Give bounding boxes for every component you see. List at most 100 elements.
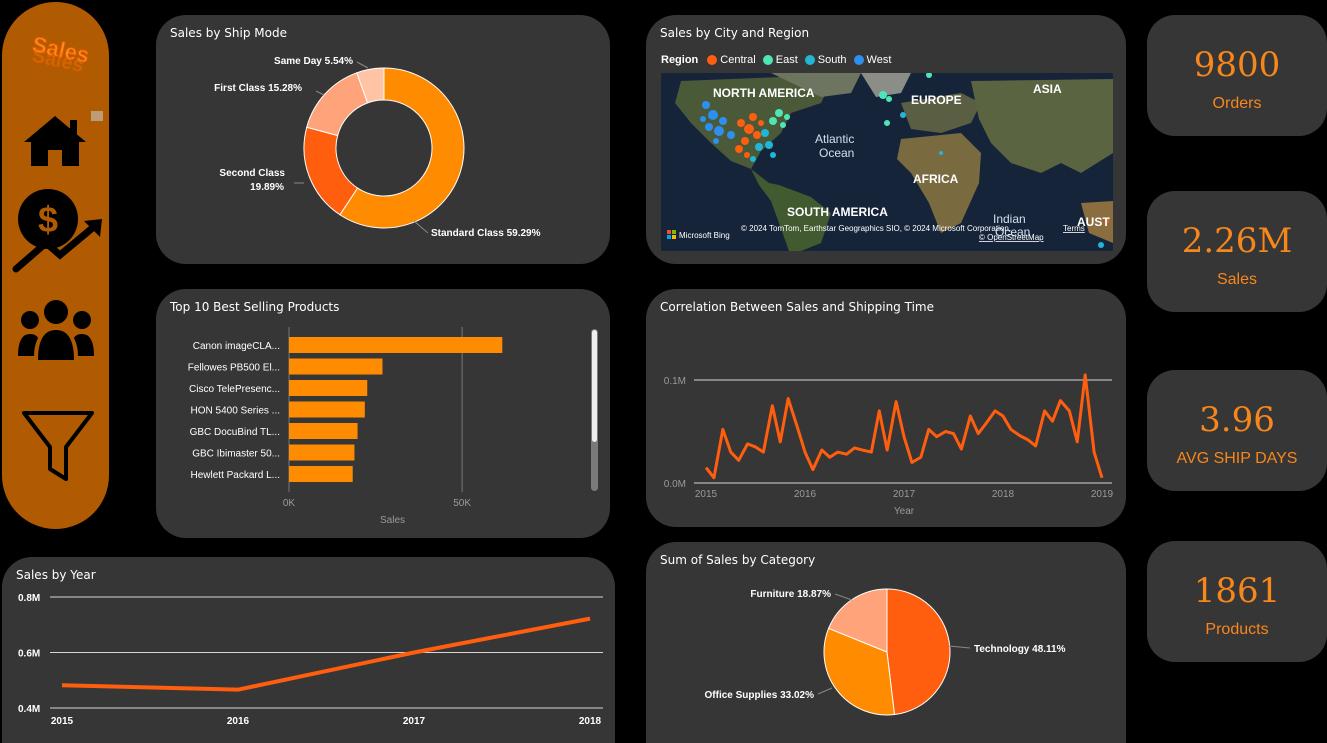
label-leader [948,645,971,649]
x-tick-label: 2016 [227,716,250,727]
kpi-products-card: 1861 Products [1147,541,1327,662]
correlation-line-chart: 0.0M 0.1M 2015 2016 2017 2018 2019 Year [664,373,1114,517]
kpi-label: AVG SHIP DAYS [1176,450,1298,467]
slice-label: Office Supplies 33.02% [705,690,815,701]
map-label: ASIA [1033,82,1062,96]
map-label: EUROPE [911,93,962,107]
bar-category-label: HON 5400 Series ... [191,406,280,417]
bar-category-label: Fellowes PB500 El... [188,363,280,374]
legend-item-central[interactable]: Central [707,54,756,66]
bar [289,337,503,353]
axis-label: Year [894,506,915,517]
pie-slice [886,588,951,716]
map-label: Atlantic [815,132,854,146]
bar-category-label: Hewlett Packard L... [191,470,280,481]
correlation-card: Correlation Between Sales and Shipping T… [646,289,1126,527]
legend-item-south[interactable]: South [804,54,847,66]
y-tick-label: 0.1M [664,376,686,387]
slice-label: Technology 48.11% [974,644,1066,655]
axis-label: Sales [380,515,405,526]
category-card: Sum of Sales by Category Technology 48.1… [646,542,1126,743]
kpi-value: 9800 [1193,45,1281,85]
label-leader [817,687,833,695]
customers-icon[interactable] [16,298,96,364]
terms-link[interactable]: Terms [1063,224,1085,233]
x-tick-label: 2015 [51,716,74,727]
bar-category-label: GBC Ibimaster 50... [192,449,280,460]
top-products-card: Top 10 Best Selling Products 0K 50K Canon … [156,289,610,538]
kpi-label: Orders [1212,95,1262,112]
chart-scrollbar[interactable] [591,329,598,491]
city-region-card: Sales by City and Region Region Central … [646,15,1126,264]
legend-swatch [762,55,773,65]
x-tick-label: 2017 [893,489,916,500]
bar [289,444,355,461]
map-attribution: © 2024 TomTom, Earthstar Geographics SIO… [741,224,1011,233]
slice-label: 19.89% [250,182,284,193]
filter-icon[interactable] [20,409,96,485]
world-map[interactable]: NORTH AMERICA EUROPE ASIA Atlantic Ocean… [661,73,1113,251]
label-leader [315,90,325,96]
legend-swatch [804,55,815,65]
logo-resize-handle [91,111,103,121]
label-leader [413,220,429,234]
bar-category-label: Canon imageCLA... [193,341,280,352]
bar-category-label: GBC DocuBind TL... [190,427,280,438]
legend-item-east[interactable]: East [762,54,798,66]
label-leader [356,61,369,69]
x-tick-label: 2016 [794,489,817,500]
osm-link[interactable]: © OpenStreetMap [979,233,1044,242]
legend-label: West [866,54,892,66]
slice-label: First Class 15.28% [214,83,302,94]
legend-label: Central [720,54,756,66]
kpi-label: Sales [1216,271,1258,288]
y-tick-label: 0.6M [18,649,40,660]
map-label: Ocean [819,146,854,160]
y-tick-label: 0.4M [18,704,40,715]
slice-label: Second Class [219,168,285,179]
map-legend: Region Central East South West [661,54,893,66]
legend-swatch [853,55,864,65]
x-tick-label: 2018 [579,716,602,727]
kpi-value: 3.96 [1199,400,1275,440]
y-tick-label: 0.0M [664,479,686,490]
ship-mode-card: Sales by Ship Mode Standard Class 59.29%… [156,15,610,264]
sales-growth-icon[interactable]: $ [12,185,106,275]
sales-year-card: Sales by Year 0.4M 0.6M 0.8M 2015 2016 2017 20… [2,557,615,743]
scrollbar-thumb[interactable] [592,330,597,442]
map-label: SOUTH AMERICA [787,205,888,219]
map-canvas: NORTH AMERICA EUROPE ASIA Atlantic Ocean… [661,73,1113,251]
series-line [61,616,591,692]
kpi-value: 2.26M [1181,221,1293,261]
sales-logo: Sales Sales [30,31,92,77]
bar [289,466,353,482]
home-icon[interactable] [20,112,90,170]
bar [289,380,368,396]
category-pie-chart: Technology 48.11% Office Supplies 33.02% F… [705,588,1066,716]
bar-category-label: Cisco TelePresenc... [189,384,280,395]
map-label: NORTH AMERICA [713,86,815,100]
bar [289,358,383,375]
kpi-orders-card: 9800 Orders [1147,15,1327,136]
sidebar: Sales Sales $ [2,2,109,529]
series-line [704,373,1104,480]
legend-label: East [775,54,798,66]
kpi-sales-card: 2.26M Sales [1147,191,1327,312]
x-tick-label: 2017 [403,716,426,727]
x-tick-label: 2019 [1091,489,1114,500]
y-tick-label: 0.8M [18,593,40,604]
slice-label: Same Day 5.54% [274,56,353,67]
x-tick-label: 2015 [695,489,718,500]
legend-swatch [707,55,718,65]
map-label: AFRICA [913,172,959,186]
legend-title: Region [661,54,699,66]
card-title: Sales by City and Region [660,26,810,40]
legend-item-west[interactable]: West [853,54,892,66]
legend-label: South [817,54,847,66]
kpi-value: 1861 [1193,571,1281,611]
slice-label: Furniture 18.87% [750,589,831,600]
label-leader [834,593,853,601]
bar [289,423,358,439]
kpi-avg-ship-days-card: 3.96 AVG SHIP DAYS [1147,370,1327,491]
svg-text:$: $ [38,199,58,240]
